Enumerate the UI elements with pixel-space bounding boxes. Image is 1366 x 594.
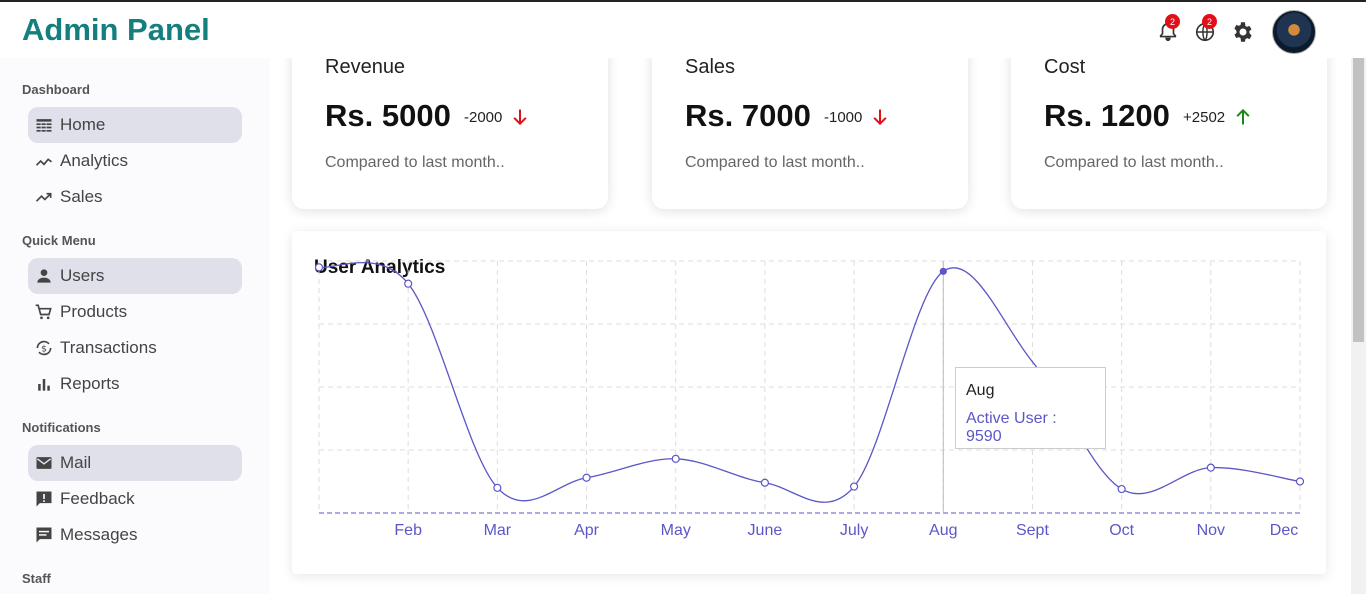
x-tick-label: Apr (574, 522, 600, 539)
sidebar-item-transactions[interactable]: $ Transactions (28, 330, 242, 366)
x-tick-label: Sept (1016, 522, 1049, 539)
sidebar-item-home[interactable]: Home (28, 107, 242, 143)
avatar[interactable] (1272, 10, 1316, 54)
card-value: Rs. 1200 (1044, 98, 1170, 133)
card-delta: -1000 (824, 107, 890, 127)
card-title: Sales (685, 56, 736, 78)
sidebar-item-label: Feedback (60, 489, 135, 508)
delta-value: -1000 (824, 108, 863, 126)
revenue-card: Revenue Rs. 5000 -2000 Compared to last … (292, 40, 608, 209)
cost-card: Cost Rs. 1200 +2502 Compared to last mon… (1011, 40, 1327, 209)
scroll-thumb[interactable] (1353, 46, 1364, 342)
data-point (1295, 477, 1305, 486)
section-title-quick-menu: Quick Menu (22, 233, 96, 248)
data-point (582, 473, 591, 482)
page-scrollbar[interactable] (1351, 40, 1366, 594)
section-title-staff: Staff (22, 571, 51, 586)
language-badge: 2 (1202, 14, 1217, 29)
feedback-icon (36, 491, 52, 507)
user-analytics-card: User Analytics Feb Mar Apr May June July Aug Se… (292, 231, 1326, 574)
sidebar-item-mail[interactable]: Mail (28, 445, 242, 481)
data-point (671, 454, 680, 463)
section-title-notifications: Notifications (22, 420, 101, 435)
sidebar-item-label: Products (60, 302, 128, 321)
cart-icon (35, 304, 52, 320)
section-title-dashboard: Dashboard (22, 82, 90, 97)
sidebar-item-label: Messages (60, 525, 138, 544)
data-point (314, 263, 324, 272)
x-tick-label: Mar (484, 522, 512, 539)
x-tick-label: Aug (929, 522, 957, 539)
sidebar-item-reports[interactable]: Reports (28, 366, 242, 402)
notifications-button[interactable]: 2 (1155, 14, 1180, 50)
sidebar-item-label: Mail (60, 453, 92, 472)
sidebar-item-label: Transactions (60, 338, 157, 357)
language-button[interactable]: 2 (1192, 14, 1217, 50)
sidebar-item-label: Sales (60, 187, 103, 206)
x-tick-label: July (840, 522, 868, 539)
trending-up-icon (35, 192, 52, 202)
card-title: Revenue (325, 56, 406, 78)
x-tick-label: Dec (1270, 522, 1298, 539)
series-line-active-user (318, 261, 1301, 503)
sidebar: Dashboard Home Analytics Sales Quick Men… (0, 58, 270, 594)
card-title: Cost (1044, 56, 1086, 78)
trending-line-icon (35, 158, 52, 166)
sidebar-item-label: Home (60, 115, 106, 134)
sidebar-item-users[interactable]: Users (28, 258, 242, 294)
sidebar-item-label: Reports (60, 374, 120, 393)
tooltip-value: Active User : 9590 (966, 410, 1057, 445)
data-point (760, 478, 770, 487)
sidebar-item-label: Users (60, 266, 105, 285)
data-point (404, 279, 413, 288)
data-point (939, 267, 947, 275)
person-icon (37, 269, 51, 283)
data-point (493, 483, 502, 492)
sidebar-item-products[interactable]: Products (28, 294, 242, 330)
sales-card: Sales Rs. 7000 -1000 Compared to last mo… (652, 40, 968, 209)
user-analytics-chart[interactable]: Feb Mar Apr May June July Aug Sept Oct Nov Dec (292, 231, 1326, 574)
gear-icon (1233, 22, 1252, 42)
sidebar-item-feedback[interactable]: Feedback (28, 481, 242, 517)
x-tick-label: Nov (1197, 522, 1225, 539)
card-delta: -2000 (464, 107, 530, 127)
sidebar-item-sales[interactable]: Sales (28, 179, 242, 215)
delta-value: -2000 (464, 108, 503, 126)
notification-badge: 2 (1165, 14, 1180, 29)
settings-button[interactable] (1229, 14, 1254, 50)
arrow-up-icon (1236, 108, 1250, 125)
sidebar-item-analytics[interactable]: Analytics (28, 143, 242, 179)
currency-exchange-icon: $ (36, 340, 52, 356)
x-tick-label: Feb (394, 522, 422, 539)
app-title: Admin Panel (22, 12, 210, 47)
tooltip-label: Aug (966, 382, 995, 399)
bar-chart-icon (38, 379, 50, 391)
sidebar-item-messages[interactable]: Messages (28, 517, 242, 553)
x-tick-label: May (661, 522, 691, 539)
card-value: Rs. 5000 (325, 98, 451, 133)
top-bar: Admin Panel 2 2 (0, 0, 1366, 58)
card-note: Compared to last month.. (325, 154, 505, 171)
x-tick-label: Oct (1109, 522, 1134, 539)
card-note: Compared to last month.. (685, 154, 865, 171)
mail-icon (36, 457, 52, 469)
message-icon (36, 527, 52, 543)
data-point (1117, 484, 1126, 494)
top-icons: 2 2 (1155, 10, 1316, 54)
arrow-down-icon (513, 109, 527, 126)
svg-text:$: $ (41, 343, 47, 354)
card-note: Compared to last month.. (1044, 154, 1224, 171)
table-icon (36, 119, 52, 132)
arrow-down-icon (873, 109, 887, 126)
x-tick-label: June (748, 522, 783, 539)
card-value: Rs. 7000 (685, 98, 811, 133)
chart-tooltip: Aug Active User : 9590 (955, 367, 1106, 449)
sidebar-item-label: Analytics (60, 151, 129, 170)
delta-value: +2502 (1183, 108, 1226, 126)
card-delta: +2502 (1183, 107, 1253, 127)
data-point (849, 482, 859, 491)
data-point (1206, 463, 1215, 472)
